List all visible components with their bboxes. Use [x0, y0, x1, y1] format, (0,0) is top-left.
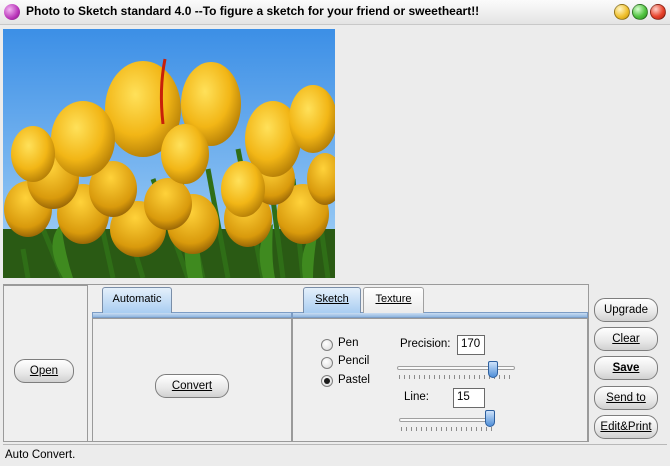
status-bar: Auto Convert.	[3, 444, 667, 464]
edit-print-button[interactable]: Edit&Print	[594, 415, 658, 439]
send-to-button[interactable]: Send to	[594, 386, 658, 410]
radio-pen[interactable]	[321, 339, 333, 351]
radio-pencil-label: Pencil	[338, 355, 370, 367]
precision-slider-thumb[interactable]	[488, 361, 498, 378]
window-title: Photo to Sketch standard 4.0 --To figure…	[26, 4, 480, 18]
radio-pen-label: Pen	[338, 337, 359, 349]
radio-pastel[interactable]	[321, 375, 333, 387]
radio-pencil[interactable]	[321, 357, 333, 369]
upgrade-button-label: Upgrade	[603, 304, 649, 316]
send-to-button-label: Send to	[606, 392, 646, 404]
tab-texture[interactable]: Texture	[363, 287, 424, 313]
close-icon[interactable]	[650, 4, 666, 20]
convert-button[interactable]: Convert	[155, 374, 229, 398]
precision-field[interactable]: 170	[457, 335, 485, 355]
tab-automatic-label: Automatic	[112, 293, 162, 305]
line-label: Line:	[404, 391, 429, 403]
save-button[interactable]: Save	[594, 356, 658, 380]
edit-print-button-label: Edit&Print	[600, 421, 652, 433]
photo-preview	[3, 29, 335, 278]
radio-pastel-label: Pastel	[338, 374, 370, 386]
tulip-photo	[3, 29, 335, 278]
app-icon[interactable]	[4, 4, 20, 20]
minimize-icon[interactable]	[614, 4, 630, 20]
tab-sketch-label: Sketch	[315, 293, 349, 305]
sketch-panel	[292, 318, 588, 442]
maximize-icon[interactable]	[632, 4, 648, 20]
clear-button[interactable]: Clear	[594, 327, 658, 351]
line-field[interactable]: 15	[453, 388, 485, 408]
line-slider-ticks	[401, 427, 493, 431]
tab-texture-label: Texture	[375, 293, 412, 305]
save-button-label: Save	[612, 362, 640, 374]
line-slider-track[interactable]	[399, 418, 495, 422]
upgrade-button[interactable]: Upgrade	[594, 298, 658, 322]
precision-label: Precision:	[400, 338, 451, 350]
clear-button-label: Clear	[612, 333, 640, 345]
tab-sketch[interactable]: Sketch	[303, 287, 361, 313]
tab-automatic[interactable]: Automatic	[102, 287, 172, 313]
status-text: Auto Convert.	[5, 449, 76, 461]
convert-button-label: Convert	[171, 380, 213, 392]
line-slider-thumb[interactable]	[485, 410, 495, 427]
open-button-label: Open	[29, 365, 59, 377]
open-button[interactable]: Open	[14, 359, 74, 383]
